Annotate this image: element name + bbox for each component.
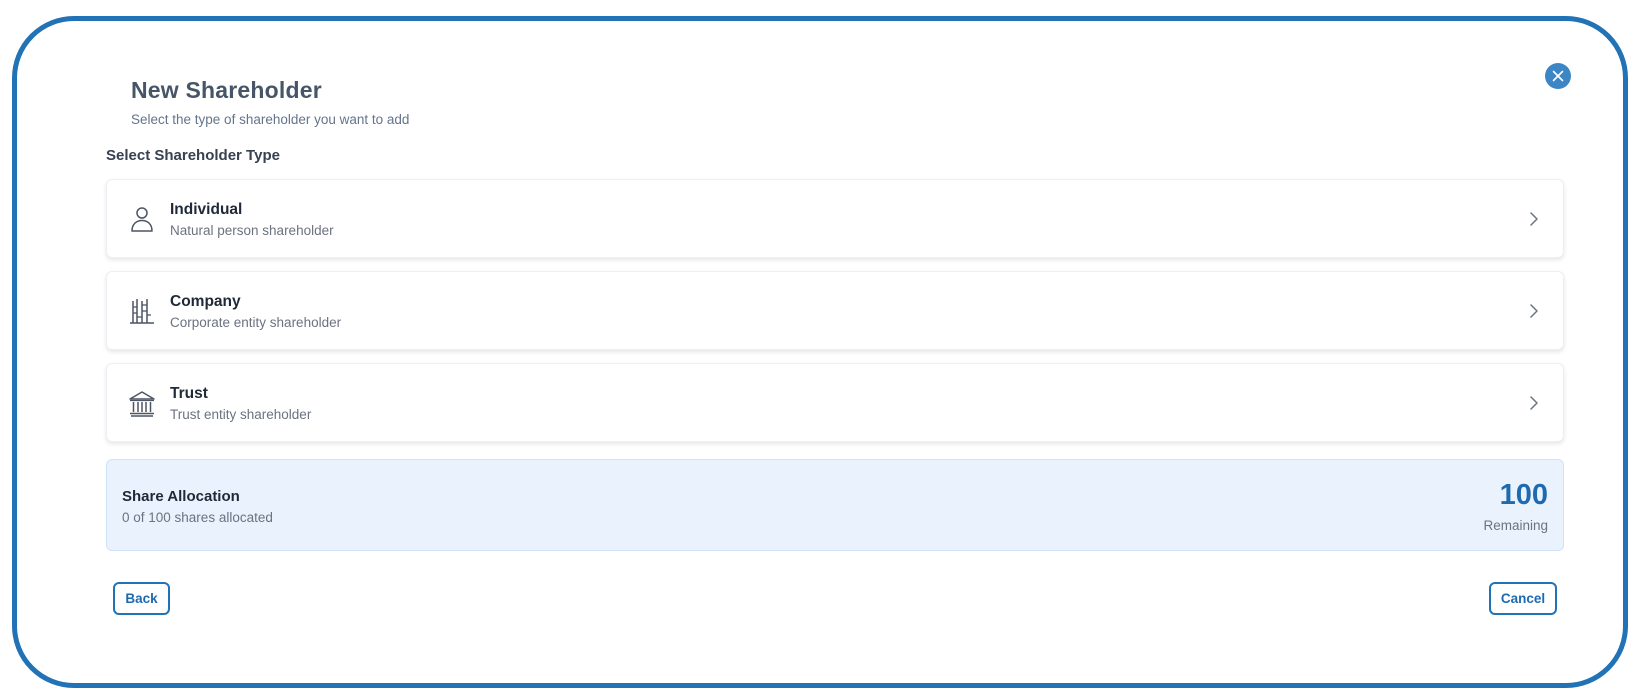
allocation-summary: 0 of 100 shares allocated	[122, 510, 273, 525]
cancel-button[interactable]: Cancel	[1489, 582, 1557, 615]
remaining-shares-count: 100	[1499, 479, 1548, 511]
option-company[interactable]: Company Corporate entity shareholder	[106, 271, 1564, 350]
option-title: Individual	[170, 201, 243, 218]
option-description: Corporate entity shareholder	[170, 315, 342, 330]
chevron-right-icon	[1530, 304, 1538, 318]
allocation-title: Share Allocation	[122, 488, 240, 505]
option-title: Company	[170, 293, 241, 310]
remaining-label: Remaining	[1483, 518, 1548, 533]
option-description: Trust entity shareholder	[170, 407, 312, 422]
dialog-header: New Shareholder Select the type of share…	[131, 76, 409, 129]
option-title: Trust	[170, 385, 208, 402]
dialog-title: New Shareholder	[131, 77, 322, 103]
bank-icon	[129, 391, 155, 417]
share-allocation-panel: Share Allocation 0 of 100 shares allocat…	[106, 459, 1564, 551]
chevron-right-icon	[1530, 212, 1538, 226]
person-icon	[131, 207, 153, 232]
dialog-subtitle: Select the type of shareholder you want …	[131, 112, 410, 127]
option-description: Natural person shareholder	[170, 223, 334, 238]
building-icon	[130, 299, 154, 324]
section-label: Select Shareholder Type	[106, 147, 280, 164]
chevron-right-icon	[1530, 396, 1538, 410]
close-button[interactable]	[1545, 63, 1571, 89]
option-individual[interactable]: Individual Natural person shareholder	[106, 179, 1564, 258]
close-icon	[1552, 70, 1564, 82]
option-trust[interactable]: Trust Trust entity shareholder	[106, 363, 1564, 442]
back-button[interactable]: Back	[113, 582, 170, 615]
